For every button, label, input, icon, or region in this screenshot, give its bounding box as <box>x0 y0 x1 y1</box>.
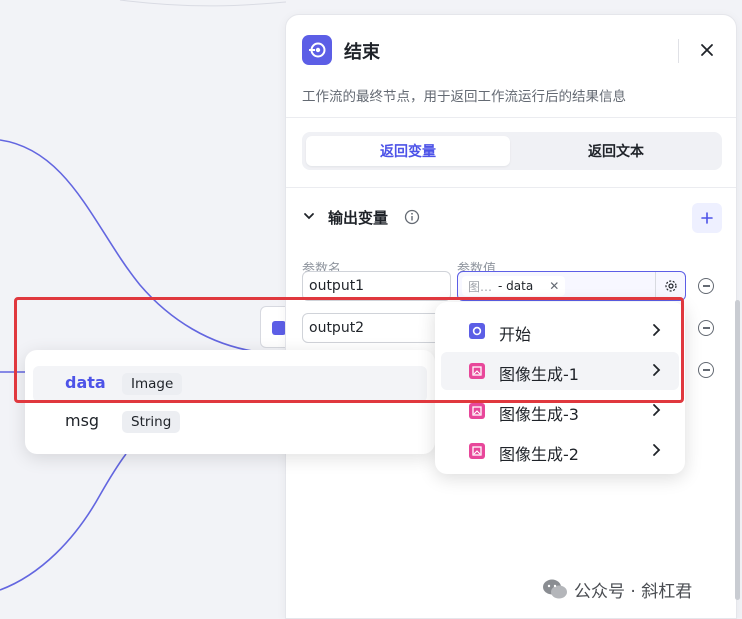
image-gen-icon <box>469 403 485 419</box>
panel-header: 结束 <box>302 35 720 67</box>
remove-row-button[interactable] <box>698 278 714 294</box>
source-label: 图像生成-2 <box>499 445 579 464</box>
source-item-start[interactable]: 开始 <box>441 312 679 350</box>
source-item-image-gen-2[interactable]: 图像生成-2 <box>441 432 679 470</box>
variable-picker-popup: data Image msg String <box>25 350 435 454</box>
chevron-right-icon <box>653 364 661 376</box>
variable-reference-tag: 图… - data ✕ <box>462 276 566 296</box>
output-variables-section: 输出变量 <box>302 203 722 233</box>
close-button[interactable] <box>694 37 720 63</box>
end-node-icon <box>302 35 332 65</box>
node-icon <box>272 321 286 335</box>
source-label: 图像生成-1 <box>499 365 579 384</box>
plus-icon <box>701 212 713 224</box>
watermark-text: 公众号 · 斜杠君 <box>574 581 693 602</box>
output1-name-input[interactable]: output1 <box>302 271 451 301</box>
remove-row-button[interactable] <box>698 320 714 336</box>
tab-return-variables[interactable]: 返回变量 <box>306 136 510 166</box>
add-variable-button[interactable] <box>692 203 722 233</box>
list-item-data[interactable]: data Image <box>33 366 427 402</box>
variable-name: msg <box>65 411 100 430</box>
source-item-image-gen-3[interactable]: 图像生成-3 <box>441 392 679 430</box>
chevron-right-icon <box>653 404 661 416</box>
remove-reference-icon[interactable]: ✕ <box>549 279 559 293</box>
reference-settings-button[interactable] <box>655 272 685 300</box>
chevron-right-icon <box>653 324 661 336</box>
output2-name-input[interactable]: output2 <box>302 313 451 343</box>
list-item-msg[interactable]: msg String <box>33 404 427 440</box>
variable-type-badge: String <box>122 411 181 433</box>
section-title: 输出变量 <box>328 209 389 227</box>
panel-scrollbar[interactable] <box>735 300 740 600</box>
image-gen-icon <box>469 363 485 379</box>
reference-variable: - data <box>498 279 534 293</box>
header-divider <box>678 39 679 63</box>
chevron-right-icon <box>653 444 661 456</box>
chevron-down-icon[interactable] <box>302 209 316 223</box>
remove-row-button[interactable] <box>698 362 714 378</box>
output1-value-reference[interactable]: 图… - data ✕ <box>457 271 686 301</box>
close-icon <box>701 44 713 56</box>
panel-description: 工作流的最终节点，用于返回工作流运行后的结果信息 <box>302 89 626 105</box>
source-node-popup: 开始 图像生成-1 图像生成-3 图像生成-2 <box>435 302 685 474</box>
wechat-icon <box>543 579 567 599</box>
return-mode-tabs: 返回变量 返回文本 <box>302 132 722 170</box>
source-item-image-gen-1[interactable]: 图像生成-1 <box>441 352 679 390</box>
watermark: 公众号 · 斜杠君 <box>542 576 692 602</box>
source-label: 开始 <box>499 325 532 344</box>
panel-title: 结束 <box>344 42 380 63</box>
variable-name: data <box>65 373 106 392</box>
reference-source: 图… <box>468 279 493 294</box>
image-gen-icon <box>469 443 485 459</box>
info-icon[interactable] <box>404 209 420 225</box>
tab-return-text[interactable]: 返回文本 <box>514 136 718 166</box>
variable-type-badge: Image <box>122 373 183 395</box>
source-label: 图像生成-3 <box>499 405 579 424</box>
divider <box>286 187 736 188</box>
start-node-icon <box>469 323 485 339</box>
gear-icon <box>664 280 677 292</box>
divider <box>286 117 736 118</box>
